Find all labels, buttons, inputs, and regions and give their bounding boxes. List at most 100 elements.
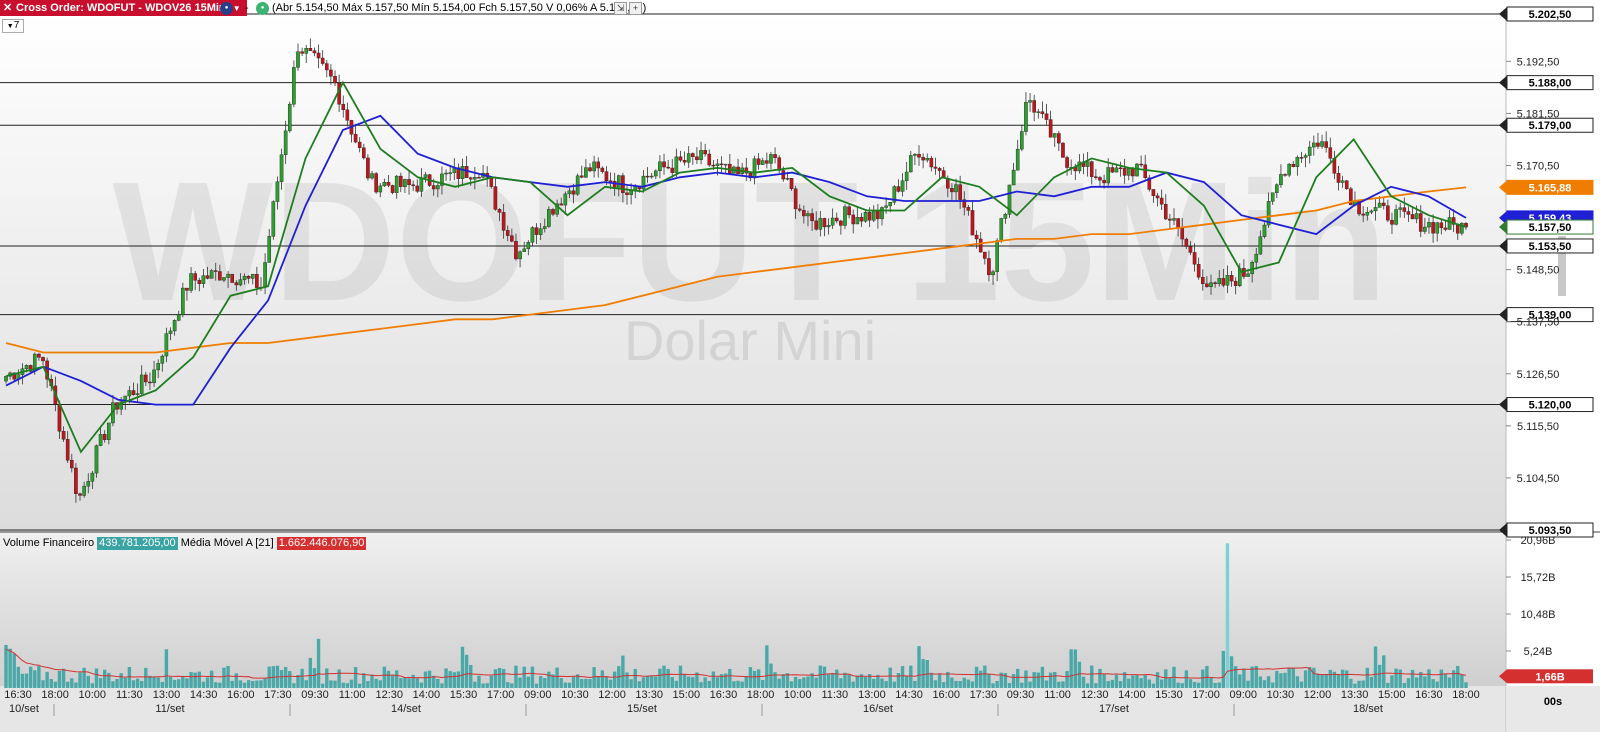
candle-body: [1135, 163, 1139, 177]
minus-icon[interactable]: -: [245, 0, 249, 16]
time-label: 09:00: [1229, 689, 1257, 701]
volume-bar: [555, 667, 559, 688]
candle-body: [497, 209, 502, 213]
candle-body: [1217, 278, 1222, 284]
candle-body: [292, 67, 296, 105]
volume-bar: [427, 670, 432, 688]
candle-body: [1233, 280, 1238, 286]
candle-body: [90, 472, 95, 482]
candle-body: [843, 206, 847, 226]
candle-body: [571, 190, 576, 195]
volume-bar: [793, 676, 798, 688]
candle-body: [802, 210, 806, 217]
volume-bar: [1028, 681, 1032, 688]
volume-tick-label: 5,24B: [1524, 646, 1553, 658]
candle-body: [542, 226, 547, 229]
candle-body: [304, 48, 309, 54]
volume-tick-label: 20,96B: [1521, 535, 1556, 547]
price-tick-label: 5.104,50: [1517, 473, 1560, 485]
candle-body: [341, 104, 346, 110]
candle-body: [378, 185, 383, 193]
candle-body: [608, 180, 613, 182]
candle-body: [645, 175, 650, 178]
add-icon[interactable]: +: [629, 2, 642, 15]
candle-body: [691, 153, 695, 157]
volume-bar: [131, 680, 136, 688]
volume-bar: [510, 683, 514, 688]
volume-bar: [111, 681, 115, 688]
candle-body: [1283, 174, 1287, 176]
time-label: 12:30: [1081, 689, 1109, 701]
volume-bar: [707, 680, 711, 688]
time-label: 09:30: [1007, 689, 1035, 701]
candle-body: [1324, 141, 1328, 148]
candle-body: [658, 161, 662, 172]
volume-bar: [641, 677, 646, 688]
volume-bar: [941, 682, 946, 688]
candle-body: [209, 270, 214, 279]
volume-bar: [1328, 669, 1332, 688]
candle-body: [382, 181, 387, 187]
volume-bar: [82, 667, 86, 688]
close-icon[interactable]: ✕: [3, 0, 12, 16]
candle-body: [876, 210, 880, 220]
volume-bar: [1291, 667, 1295, 688]
volume-bar: [567, 682, 572, 688]
volume-bar: [1057, 681, 1061, 688]
candle-body: [287, 103, 292, 132]
time-label: 11:30: [116, 689, 143, 701]
volume-bar: [830, 672, 835, 688]
volume-bar: [983, 665, 987, 688]
volume-bar: [1040, 666, 1045, 688]
chevron-down-icon[interactable]: ▼: [233, 4, 241, 13]
volume-bar: [119, 673, 123, 688]
candle-body: [176, 314, 181, 321]
volume-bar: [580, 678, 584, 688]
volume-bar: [279, 670, 284, 688]
volume-bar: [1279, 673, 1283, 688]
volume-bar: [177, 679, 181, 688]
volume-bar: [913, 680, 917, 688]
candle-body: [1394, 209, 1398, 225]
volume-bar: [1118, 681, 1123, 688]
volume-bar: [633, 668, 637, 688]
volume-bar: [835, 669, 839, 688]
volume-bar: [1275, 670, 1279, 688]
watermark-name: Dolar Mini: [624, 309, 876, 372]
volume-bar: [12, 653, 16, 688]
volume-bar: [1085, 683, 1090, 688]
candle-body: [518, 251, 522, 260]
volume-bar: [283, 666, 288, 688]
candle-body: [1406, 211, 1411, 215]
volume-bar: [374, 678, 378, 688]
pin-icon[interactable]: ⇲: [614, 2, 627, 15]
volume-bar: [78, 672, 82, 688]
volume-bar: [863, 676, 868, 688]
volume-bar: [185, 678, 189, 688]
candle-body: [1172, 218, 1176, 221]
candle-body: [477, 177, 481, 179]
candle-body: [403, 179, 407, 187]
candle-body: [275, 181, 280, 202]
symbol-selector[interactable]: ✕ Cross Order: WDOFUT - WDOV26 15Min ▼: [0, 0, 247, 16]
volume-bar: [1217, 682, 1221, 688]
volume-bar: [1345, 670, 1349, 688]
candle-body: [596, 161, 601, 169]
candle-body: [1118, 167, 1123, 170]
time-label: 09:00: [524, 689, 552, 701]
candle-body: [797, 208, 802, 211]
volume-bar: [362, 673, 366, 688]
volume-bar: [485, 683, 489, 688]
period-selector[interactable]: ▼7: [2, 19, 24, 33]
price-chart[interactable]: WDOFUT 15MinDolar Mini5.202,505.188,005.…: [0, 0, 1600, 732]
volume-bar: [662, 665, 666, 688]
volume-bar: [423, 671, 428, 688]
volume-bar: [1077, 661, 1082, 688]
volume-bar: [522, 666, 526, 688]
candle-body: [1427, 222, 1431, 228]
settings-icon[interactable]: ●: [220, 2, 233, 15]
volume-bar: [1143, 675, 1147, 688]
chart-area[interactable]: WDOFUT 15Min Dolar Mini 5.202,50 5.188,00 5.…: [0, 0, 1600, 732]
volume-bar: [234, 673, 239, 688]
volume-bar: [172, 679, 177, 688]
